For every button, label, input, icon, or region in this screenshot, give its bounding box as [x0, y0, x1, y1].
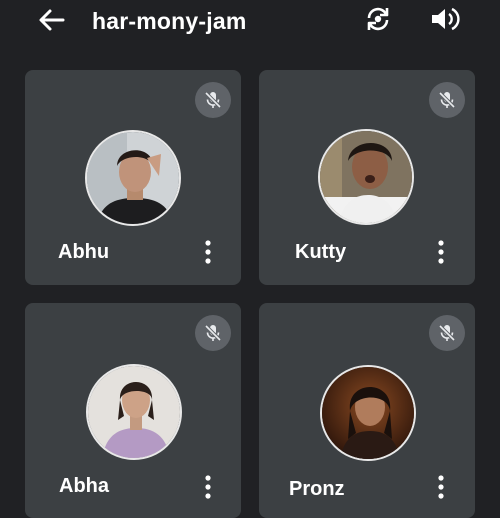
- back-arrow-icon[interactable]: [36, 6, 66, 34]
- more-vert-icon[interactable]: [431, 239, 451, 265]
- mic-off-icon: [429, 82, 465, 118]
- participant-tile[interactable]: Pronz: [259, 303, 475, 518]
- switch-camera-icon[interactable]: [362, 4, 394, 34]
- participant-tile[interactable]: Abha: [25, 303, 241, 518]
- avatar: [318, 129, 414, 225]
- mic-off-icon: [195, 82, 231, 118]
- participant-tile[interactable]: Abhu: [25, 70, 241, 285]
- participant-name: Abhu: [58, 241, 110, 263]
- avatar: [85, 130, 181, 226]
- more-vert-icon[interactable]: [198, 239, 218, 265]
- avatar: [320, 365, 416, 461]
- mic-off-icon: [195, 315, 231, 351]
- volume-up-icon[interactable]: [428, 4, 460, 34]
- avatar: [86, 364, 182, 460]
- top-app-bar: har-mony-jam: [0, 0, 500, 44]
- meeting-title: har-mony-jam: [92, 8, 247, 34]
- participant-name: Pronz: [289, 478, 345, 500]
- more-vert-icon[interactable]: [198, 474, 218, 500]
- more-vert-icon[interactable]: [431, 474, 451, 500]
- participant-tile[interactable]: Kutty: [259, 70, 475, 285]
- mic-off-icon: [429, 315, 465, 351]
- participant-name: Kutty: [295, 241, 347, 263]
- participant-name: Abha: [59, 475, 109, 497]
